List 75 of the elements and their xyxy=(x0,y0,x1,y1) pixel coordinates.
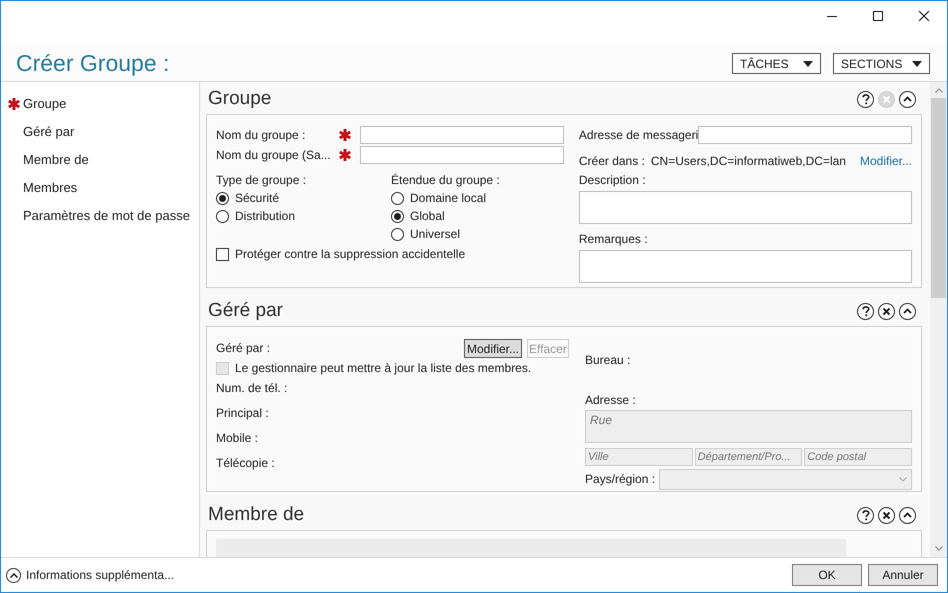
street-field[interactable]: Rue xyxy=(585,410,912,443)
field-label: Remarques : xyxy=(578,231,649,248)
radio-label: Global xyxy=(410,208,445,225)
radio-label: Domaine local xyxy=(410,190,486,207)
address-field[interactable]: Ville xyxy=(585,448,693,466)
field-label: Étendue du groupe : xyxy=(391,172,500,189)
container-path: CN=Users,DC=informatiweb,DC=lan xyxy=(650,153,846,170)
address-field[interactable]: Code postal xyxy=(804,448,912,466)
help-icon[interactable] xyxy=(857,90,874,108)
description-field[interactable] xyxy=(578,191,912,224)
section-title: Groupe xyxy=(208,87,272,111)
required-icon xyxy=(7,97,21,111)
field-label: Type de groupe : xyxy=(216,172,308,189)
section-title: Géré par xyxy=(208,299,283,323)
checkbox-label: Le gestionnaire peut mettre à jour la liste des membres. xyxy=(235,360,532,377)
caret-icon xyxy=(912,60,922,66)
section-title: Membre de xyxy=(208,503,304,527)
required-icon xyxy=(338,148,352,162)
more-info-label[interactable]: Informations supplémenta... xyxy=(26,566,174,584)
radio-button[interactable] xyxy=(391,210,404,222)
address-field[interactable]: Département/Pro... xyxy=(694,448,802,466)
field-label: Nom du groupe : xyxy=(216,127,306,144)
field-label: Pays/région : xyxy=(585,471,656,488)
dialog-button[interactable]: Annuler xyxy=(868,564,938,586)
scroll-up-icon[interactable] xyxy=(934,88,942,93)
sidebar-item[interactable]: Géré par xyxy=(23,122,74,142)
notes-field[interactable] xyxy=(578,250,912,283)
collapse-icon[interactable] xyxy=(899,506,916,524)
text-field[interactable] xyxy=(698,126,912,144)
maximize-icon xyxy=(873,11,883,21)
window-title: Créer Groupe : xyxy=(16,49,170,78)
field-label: Mobile : xyxy=(216,430,260,447)
radio-button[interactable] xyxy=(391,192,404,204)
sidebar-item[interactable]: Membre de xyxy=(23,150,89,170)
help-icon[interactable] xyxy=(857,302,874,320)
field-label: Bureau : xyxy=(585,352,632,369)
dialog-button[interactable]: OK xyxy=(792,564,862,586)
close-icon xyxy=(919,11,929,21)
field-label: Num. de tél. : xyxy=(216,380,288,397)
radio-label: Universel xyxy=(410,226,460,243)
field-label: Description : xyxy=(578,172,647,189)
field-label: Créer dans : xyxy=(578,153,645,170)
radio-button[interactable] xyxy=(216,192,229,204)
collapse-icon[interactable] xyxy=(899,90,916,108)
required-icon xyxy=(338,128,352,142)
dropdown-button[interactable]: TÂCHES xyxy=(732,53,821,74)
text-field[interactable] xyxy=(360,126,564,144)
close-icon[interactable] xyxy=(878,302,895,320)
field-label: Géré par : xyxy=(216,340,272,357)
text-field[interactable] xyxy=(360,146,564,164)
field-label: Télécopie : xyxy=(216,455,276,472)
field-label: Adresse de messageri xyxy=(578,127,698,144)
checkbox[interactable] xyxy=(216,248,229,260)
radio-button[interactable] xyxy=(216,210,229,222)
scrollbar[interactable] xyxy=(930,82,947,557)
dropdown-button[interactable]: SECTIONS xyxy=(833,53,930,74)
sidebar-item[interactable]: Membres xyxy=(23,178,78,198)
radio-label: Distribution xyxy=(235,208,296,225)
chevron-down-icon xyxy=(899,476,907,482)
checkbox-label: Protéger contre la suppression accidentelle xyxy=(235,246,466,263)
expand-icon[interactable] xyxy=(6,568,21,582)
help-icon[interactable] xyxy=(857,506,874,524)
field-label: Nom du groupe (Sa... xyxy=(216,147,332,164)
sidebar-item[interactable]: Paramètres de mot de passe xyxy=(23,206,190,226)
modify-link[interactable]: Modifier... xyxy=(860,152,912,170)
scroll-down-icon[interactable] xyxy=(934,546,942,551)
sidebar-item[interactable]: Groupe xyxy=(23,94,66,114)
collapse-icon[interactable] xyxy=(899,302,916,320)
field-label: Adresse : xyxy=(585,392,637,409)
modify-button[interactable]: Modifier... xyxy=(464,338,522,358)
field-label: Principal : xyxy=(216,405,270,422)
radio-label: Sécurité xyxy=(235,190,280,207)
radio-button[interactable] xyxy=(391,228,404,240)
close-icon[interactable] xyxy=(878,506,895,524)
caret-icon xyxy=(803,60,813,66)
